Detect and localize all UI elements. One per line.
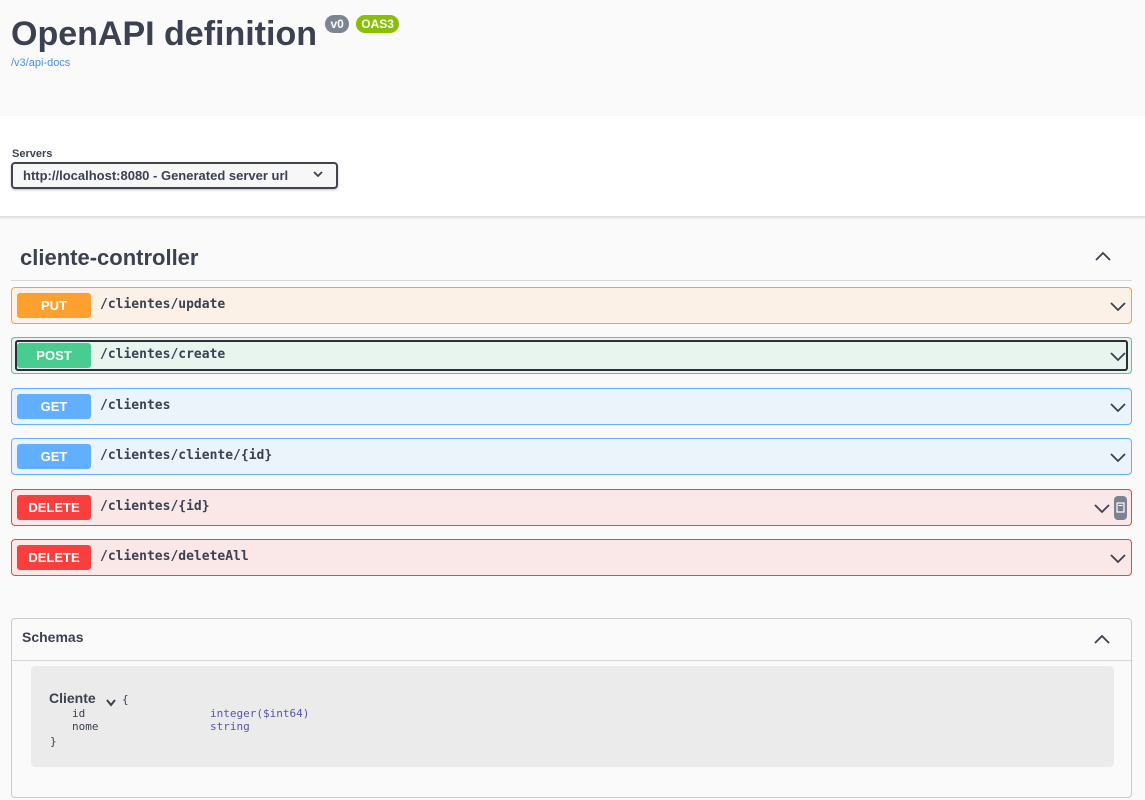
operation-put-update[interactable]: PUT /clientes/update <box>11 287 1132 324</box>
method-badge: GET <box>17 444 91 469</box>
schemas-title: Schemas <box>22 629 84 645</box>
operation-get-cliente-by-id[interactable]: GET /clientes/cliente/{id} <box>11 438 1132 475</box>
property-type: integer($int64) <box>210 707 310 720</box>
chevron-down-icon[interactable] <box>105 695 117 713</box>
servers-label: Servers <box>12 148 53 160</box>
model-close-brace: } <box>50 735 57 748</box>
operation-get-clientes[interactable]: GET /clientes <box>11 388 1132 425</box>
servers-selected-value: http://localhost:8080 - Generated server… <box>23 168 289 183</box>
method-badge: POST <box>17 343 91 368</box>
method-badge: GET <box>17 394 91 419</box>
tag-section-header[interactable]: cliente-controller <box>11 236 1132 281</box>
chevron-down-icon[interactable] <box>1109 297 1127 320</box>
chevron-down-icon[interactable] <box>1109 347 1127 370</box>
servers-section: Servers http://localhost:8080 - Generate… <box>0 116 1145 217</box>
chevron-up-icon[interactable] <box>1094 248 1112 271</box>
tag-title: cliente-controller <box>20 245 199 270</box>
api-docs-link[interactable]: /v3/api-docs <box>11 57 70 69</box>
copy-icon[interactable] <box>1114 496 1127 520</box>
property-type: string <box>210 720 250 733</box>
operation-delete-by-id[interactable]: DELETE /clientes/{id} <box>11 489 1132 526</box>
model-open-brace: { <box>122 693 129 706</box>
schemas-section: Schemas Cliente { id integer($int64) nom… <box>11 618 1132 798</box>
method-badge: PUT <box>17 293 91 318</box>
method-badge: DELETE <box>17 495 91 520</box>
page-title: OpenAPI definition <box>11 15 317 53</box>
schemas-header[interactable]: Schemas <box>12 619 1131 661</box>
operation-path: /clientes/update <box>100 297 226 312</box>
operation-post-create[interactable]: POST /clientes/create <box>11 337 1132 374</box>
chevron-down-icon[interactable] <box>1109 448 1127 471</box>
operation-path: /clientes/{id} <box>100 499 210 514</box>
servers-select[interactable]: http://localhost:8080 - Generated server… <box>11 162 338 189</box>
oas-badge: OAS3 <box>356 15 399 33</box>
chevron-down-icon <box>312 168 324 183</box>
operation-path: /clientes <box>100 398 171 413</box>
method-badge: DELETE <box>17 545 91 570</box>
operation-delete-all[interactable]: DELETE /clientes/deleteAll <box>11 539 1132 576</box>
version-badge: v0 <box>325 15 349 33</box>
api-info: OpenAPI definition v0 OAS3 <box>11 14 399 54</box>
operation-path: /clientes/create <box>100 347 226 362</box>
operation-path: /clientes/cliente/{id} <box>100 448 273 463</box>
chevron-up-icon[interactable] <box>1093 631 1111 654</box>
operation-path: /clientes/deleteAll <box>100 549 249 564</box>
model-box-cliente: Cliente { id integer($int64) nome string… <box>31 666 1114 767</box>
chevron-down-icon[interactable] <box>1109 398 1127 421</box>
model-name[interactable]: Cliente <box>49 690 96 706</box>
chevron-down-icon[interactable] <box>1093 499 1111 522</box>
property-name: nome <box>72 720 99 733</box>
property-name: id <box>72 707 86 720</box>
chevron-down-icon[interactable] <box>1109 549 1127 572</box>
